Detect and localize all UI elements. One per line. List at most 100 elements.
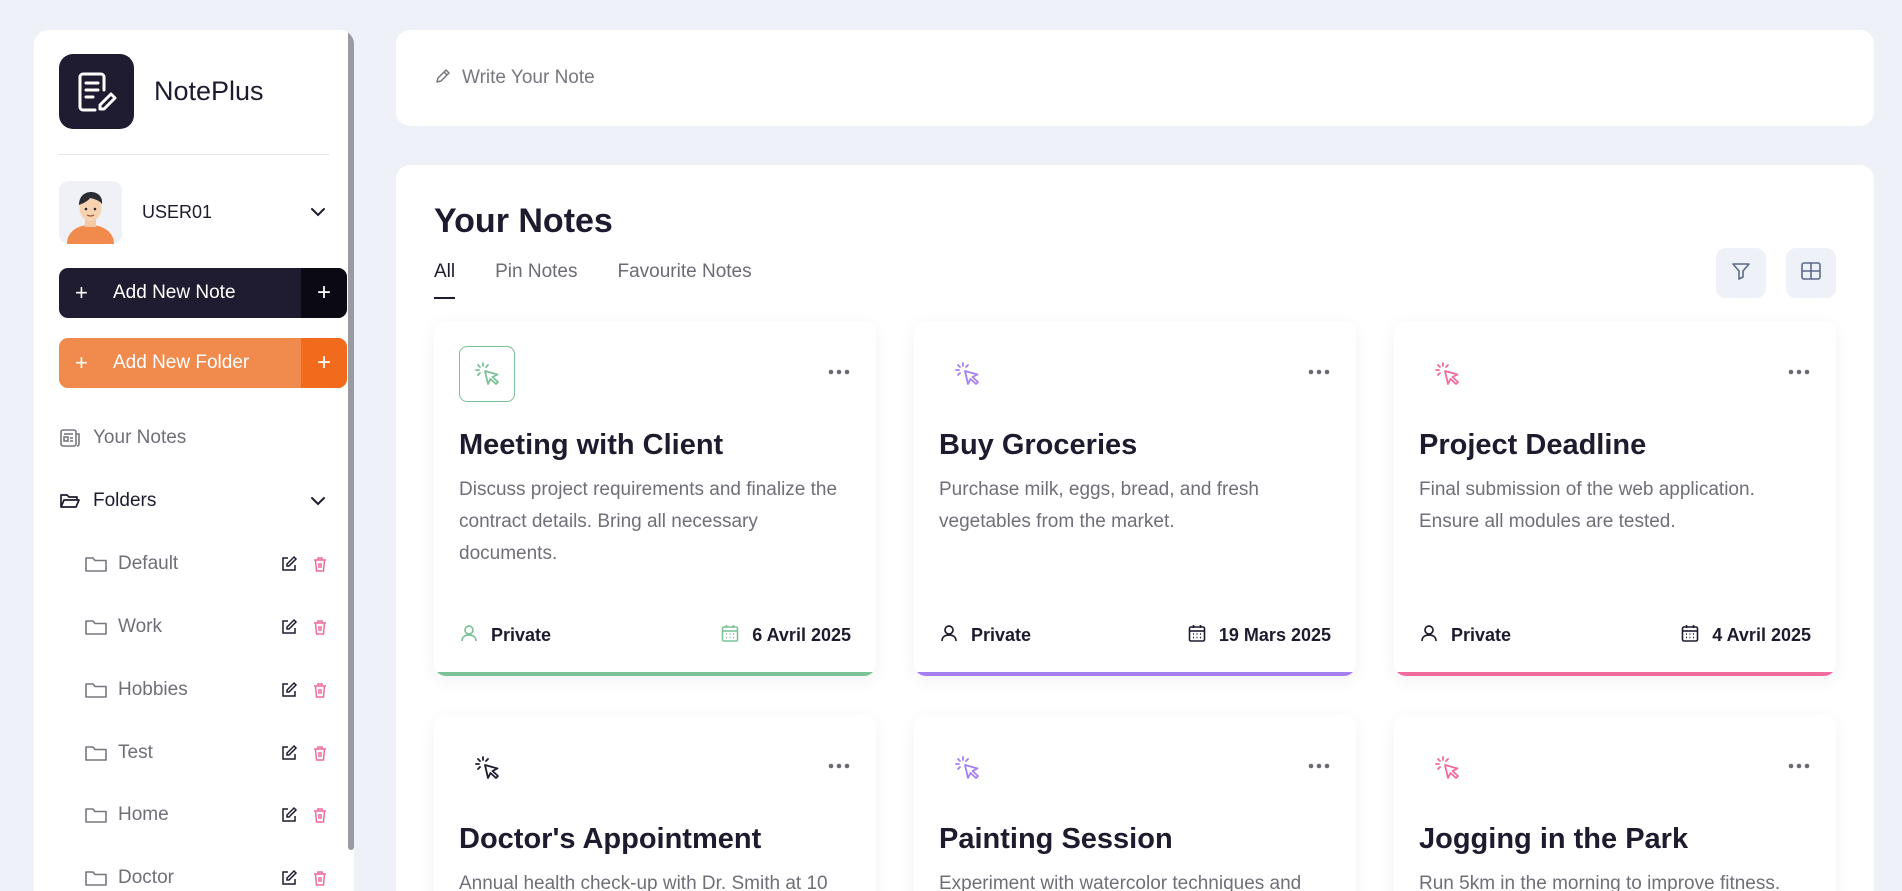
- write-note-placeholder: Write Your Note: [462, 67, 595, 88]
- tab-all[interactable]: All: [434, 261, 456, 299]
- note-visibility: Private: [491, 625, 552, 645]
- more-dots-icon[interactable]: [1787, 759, 1811, 771]
- plus-icon: +: [301, 268, 347, 318]
- user-menu[interactable]: USER01: [59, 180, 329, 244]
- user-name: USER01: [142, 201, 213, 222]
- delete-icon[interactable]: [311, 618, 329, 636]
- sidebar-item-label: Folders: [93, 490, 157, 511]
- folder-name: Hobbies: [118, 679, 188, 700]
- delete-icon[interactable]: [311, 806, 329, 824]
- note-description: Purchase milk, eggs, bread, and fresh ve…: [939, 479, 1260, 532]
- folder-name: Doctor: [118, 867, 174, 888]
- tab-pin-notes[interactable]: Pin Notes: [495, 261, 577, 299]
- add-note-button[interactable]: + Add New Note +: [59, 268, 347, 318]
- note-card[interactable]: Painting Session Experiment with waterco…: [914, 715, 1356, 891]
- grid-view-icon: [1799, 259, 1823, 288]
- note-title: Buy Groceries: [939, 429, 1138, 461]
- note-visibility: Private: [1451, 625, 1512, 645]
- pencil-icon: [434, 67, 452, 90]
- note-description: Discuss project requirements and finaliz…: [459, 479, 838, 564]
- edit-icon[interactable]: [280, 618, 298, 636]
- notes-tabs: All Pin Notes Favourite Notes: [434, 261, 792, 299]
- user-icon: [939, 623, 959, 648]
- cursor-click-icon: [1419, 346, 1475, 402]
- note-card[interactable]: Doctor's Appointment Annual health check…: [434, 715, 876, 891]
- folder-name: Home: [118, 804, 169, 825]
- page-title: Your Notes: [434, 202, 613, 240]
- delete-icon[interactable]: [311, 681, 329, 699]
- folder-icon: [84, 867, 108, 889]
- note-title: Painting Session: [939, 823, 1173, 855]
- calendar-icon: [1680, 623, 1700, 648]
- note-color-bar: [434, 672, 876, 676]
- grid-view-button[interactable]: [1786, 248, 1836, 298]
- more-dots-icon[interactable]: [827, 365, 851, 377]
- more-dots-icon[interactable]: [827, 759, 851, 771]
- sidebar-item-your-notes[interactable]: Your Notes: [59, 427, 329, 449]
- plus-icon: +: [75, 350, 88, 375]
- note-card[interactable]: Meeting with Client Discuss project requ…: [434, 321, 876, 676]
- sidebar-item-label: Your Notes: [93, 427, 187, 448]
- filter-icon: [1730, 260, 1752, 287]
- note-date: 19 Mars 2025: [1218, 625, 1331, 645]
- note-title: Meeting with Client: [459, 429, 724, 461]
- plus-icon: +: [301, 338, 347, 388]
- folder-item[interactable]: Hobbies: [84, 679, 329, 701]
- note-color-bar: [1394, 672, 1836, 676]
- edit-icon[interactable]: [280, 681, 298, 699]
- note-card[interactable]: Buy Groceries Purchase milk, eggs, bread…: [914, 321, 1356, 676]
- chevron-down-icon[interactable]: [307, 201, 329, 223]
- folder-name: Work: [118, 616, 162, 637]
- note-date: 4 Avril 2025: [1712, 625, 1811, 645]
- note-title: Doctor's Appointment: [459, 823, 762, 855]
- edit-icon[interactable]: [280, 869, 298, 887]
- note-card[interactable]: Project Deadline Final submission of the…: [1394, 321, 1836, 676]
- filter-button[interactable]: [1716, 248, 1766, 298]
- delete-icon[interactable]: [311, 555, 329, 573]
- edit-icon[interactable]: [280, 806, 298, 824]
- folder-item[interactable]: Doctor: [84, 867, 329, 889]
- add-folder-button[interactable]: + Add New Folder +: [59, 338, 347, 388]
- write-note-input[interactable]: Write Your Note: [396, 30, 1874, 126]
- note-meta: Private 6 Avril 2025: [459, 623, 851, 648]
- notes-panel: Your Notes All Pin Notes Favourite Notes…: [396, 165, 1874, 891]
- delete-icon[interactable]: [311, 744, 329, 762]
- folder-name: Default: [118, 553, 179, 574]
- divider: [59, 154, 329, 155]
- calendar-icon: [720, 623, 740, 648]
- sidebar-item-folders[interactable]: Folders: [59, 490, 329, 512]
- note-card[interactable]: Jogging in the Park Run 5km in the morni…: [1394, 715, 1836, 891]
- note-description: Final submission of the web application.…: [1419, 479, 1755, 532]
- calendar-icon: [1187, 623, 1207, 648]
- cursor-click-icon: [1419, 740, 1475, 796]
- chevron-down-icon[interactable]: [307, 490, 329, 512]
- add-note-label: Add New Note: [113, 282, 236, 303]
- note-description: Run 5km in the morning to improve fitnes…: [1419, 873, 1781, 891]
- edit-icon[interactable]: [280, 555, 298, 573]
- delete-icon[interactable]: [311, 869, 329, 887]
- sidebar: NotePlus USER01 + Add New Note + + Add N: [34, 30, 354, 891]
- sidebar-scrollbar[interactable]: [348, 30, 354, 850]
- edit-icon[interactable]: [280, 744, 298, 762]
- add-folder-label: Add New Folder: [113, 352, 250, 373]
- more-dots-icon[interactable]: [1787, 365, 1811, 377]
- folder-icon: [84, 742, 108, 764]
- more-dots-icon[interactable]: [1307, 759, 1331, 771]
- note-title: Jogging in the Park: [1419, 823, 1689, 855]
- tab-favourite-notes[interactable]: Favourite Notes: [618, 261, 752, 299]
- notes-icon: [59, 427, 81, 449]
- folder-name: Test: [118, 742, 153, 763]
- folder-icon: [84, 616, 108, 638]
- folder-item[interactable]: Test: [84, 742, 329, 764]
- folder-item[interactable]: Home: [84, 804, 329, 826]
- more-dots-icon[interactable]: [1307, 365, 1331, 377]
- cursor-click-icon: [939, 346, 995, 402]
- note-meta: Private 4 Avril 2025: [1419, 623, 1811, 648]
- app-name: NotePlus: [154, 76, 264, 106]
- cursor-click-icon: [459, 740, 515, 796]
- avatar: [59, 180, 122, 244]
- folder-item[interactable]: Default: [84, 553, 329, 575]
- folder-item[interactable]: Work: [84, 616, 329, 638]
- note-title: Project Deadline: [1419, 429, 1647, 461]
- note-pen-icon: [59, 54, 134, 129]
